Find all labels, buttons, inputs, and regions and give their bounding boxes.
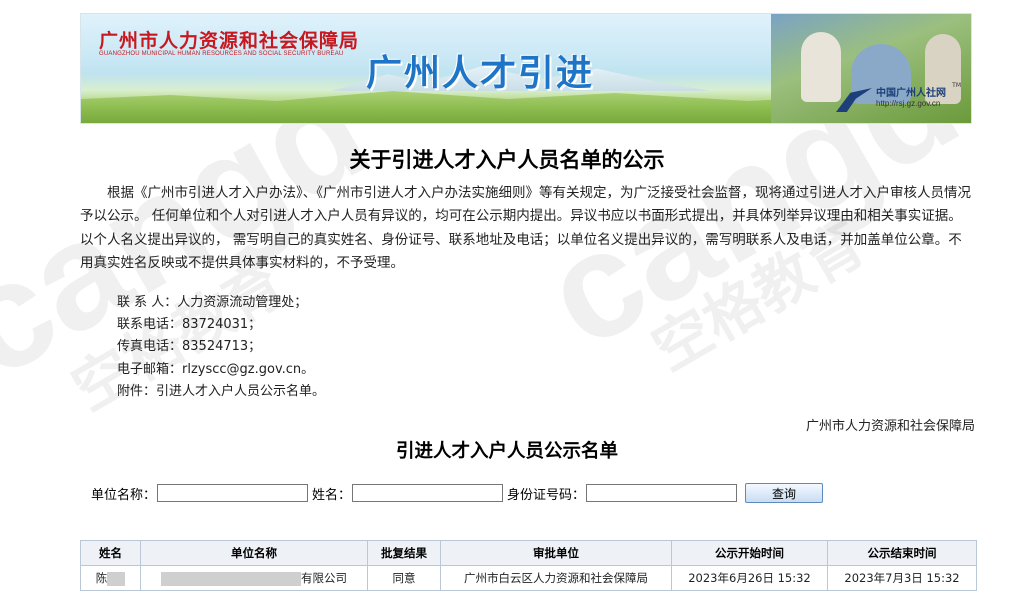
- page-title: 关于引进人才入户人员名单的公示: [349, 147, 665, 172]
- column-header: 批复结果: [367, 540, 441, 566]
- cell-start-time: 2023年6月26日 15:32: [671, 565, 828, 591]
- query-button[interactable]: 查询: [745, 483, 824, 503]
- id-number-input[interactable]: [586, 484, 738, 502]
- result-table: 姓名 单位名称 批复结果 审批单位 公示开始时间 公示结束时间 陈 有限公司 同…: [80, 540, 977, 591]
- cell-unit: 有限公司: [140, 565, 368, 591]
- cell-result: 同意: [367, 565, 441, 591]
- unit-text: 有限公司: [301, 571, 347, 585]
- id-label: 身份证号码：: [507, 487, 586, 503]
- site-logo[interactable]: 中国广州人社网 http://rsj.gz.gov.cn TM: [836, 82, 961, 116]
- logo-swoosh-icon: [836, 88, 872, 112]
- header-banner: 广州市人力资源和社会保障局 GUANGZHOU MUNICIPAL HUMAN …: [80, 13, 972, 124]
- notice-body: 根据《广州市引进人才入户办法》、《广州市引进人才入户办法实施细则》等有关规定，为…: [80, 185, 971, 272]
- table-header-row: 姓名 单位名称 批复结果 审批单位 公示开始时间 公示结束时间: [80, 540, 977, 566]
- trademark: TM: [952, 82, 961, 89]
- redaction-block: [107, 571, 126, 586]
- unit-name-input[interactable]: [157, 484, 309, 502]
- search-form: 单位名称： 姓名： 身份证号码： 查询: [91, 483, 824, 503]
- bureau-name-cn: 广州市人力资源和社会保障局: [99, 30, 360, 52]
- contact-person: 联 系 人：人力资源流动管理处；: [117, 295, 308, 310]
- contact-attachment: 附件：引进人才入户人员公示名单。: [117, 383, 326, 399]
- bureau-name-en: GUANGZHOU MUNICIPAL HUMAN RESOURCES AND …: [99, 51, 344, 57]
- contact-fax: 传真电话：83524713；: [117, 339, 262, 355]
- column-header: 单位名称: [140, 540, 368, 566]
- cell-name: 陈: [80, 565, 141, 591]
- column-header: 审批单位: [440, 540, 672, 566]
- table-row: 陈 有限公司 同意 广州市白云区人力资源和社会保障局 2023年6月26日 15…: [80, 565, 977, 591]
- column-header: 公示结束时间: [827, 540, 977, 566]
- banner-slogan: 广州人才引进: [366, 53, 595, 94]
- signature: 广州市人力资源和社会保障局: [805, 419, 975, 434]
- site-url: http://rsj.gz.gov.cn: [876, 99, 941, 108]
- cell-approver: 广州市白云区人力资源和社会保障局: [440, 565, 672, 591]
- name-label: 姓名：: [312, 487, 352, 503]
- contact-phone: 联系电话：83724031；: [117, 317, 262, 333]
- list-title: 引进人才入户人员公示名单: [395, 441, 618, 462]
- column-header: 公示开始时间: [671, 540, 828, 566]
- photo-person: [801, 32, 841, 102]
- redaction-block: [161, 571, 301, 586]
- unit-label: 单位名称：: [91, 487, 157, 503]
- contact-email: 电子邮箱：rlzyscc@gz.gov.cn。: [117, 361, 315, 377]
- contact-info: 联 系 人：人力资源流动管理处； 联系电话：83724031； 传真电话：835…: [117, 292, 325, 403]
- name-text: 陈: [95, 571, 108, 585]
- name-input[interactable]: [352, 484, 504, 502]
- site-name: 中国广州人社网: [876, 88, 946, 99]
- cell-end-time: 2023年7月3日 15:32: [827, 565, 977, 591]
- column-header: 姓名: [80, 540, 141, 566]
